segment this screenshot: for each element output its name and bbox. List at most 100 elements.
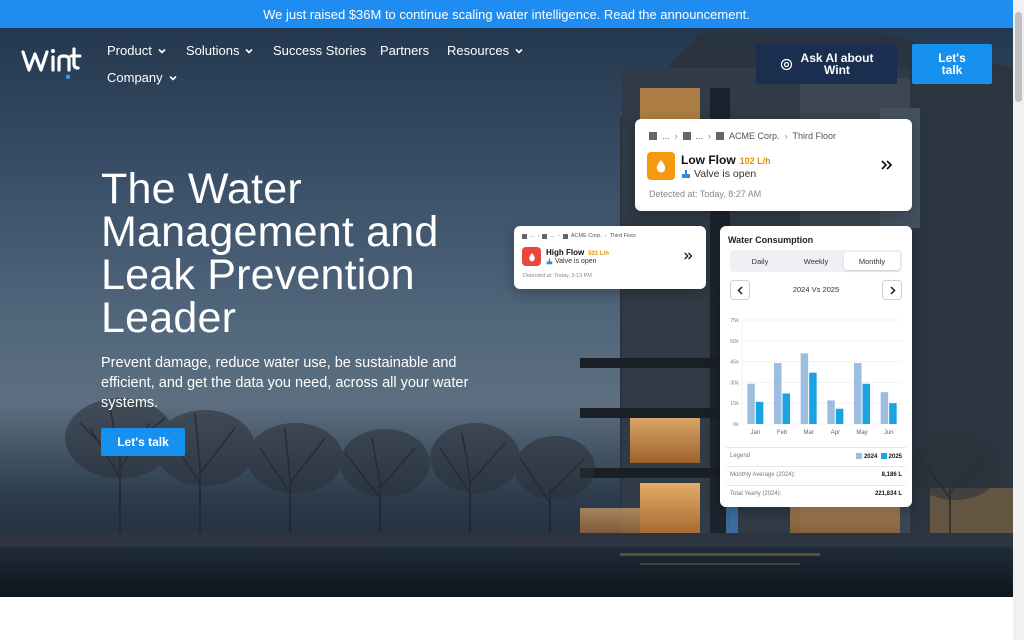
detected-time: Detected at: Today, 8:27 AM	[649, 189, 762, 199]
lets-talk-header-label: Let's talk	[938, 52, 966, 76]
nav-product[interactable]: Product	[107, 43, 167, 58]
legend-2025: 2025	[888, 454, 902, 460]
breadcrumb-separator: ›	[604, 233, 607, 239]
y-tick-label: 75k	[730, 318, 739, 324]
alert-title: High Flow 531 L/h	[546, 248, 609, 257]
nav-solutions-label: Solutions	[186, 43, 240, 58]
total-yearly-row: Total Yearly (2024): 221,834 L	[730, 491, 902, 497]
legend-2024: 2024	[863, 454, 878, 460]
breadcrumb: ... › ... › ACME Corp. › Third Floor	[649, 131, 836, 141]
scrollbar-thumb[interactable]	[1015, 12, 1022, 102]
tab-monthly[interactable]: Monthly	[844, 252, 900, 270]
hero-section: wint Product Solutions Success Stories P…	[0, 28, 1013, 597]
office-icon	[562, 233, 568, 239]
lets-talk-cta-button[interactable]: Let's talk	[101, 428, 185, 456]
bar-2024-Mar	[800, 353, 809, 424]
legend-swatch-2024	[855, 453, 862, 459]
bar-2025-May	[862, 383, 870, 424]
wint-logo[interactable]: wint	[20, 46, 84, 87]
open-alert-button[interactable]	[678, 246, 698, 266]
bar-2024-Apr	[827, 400, 835, 424]
bar-2024-May	[854, 362, 862, 424]
building-icon	[649, 132, 657, 140]
previous-period-button[interactable]	[730, 280, 750, 300]
valve-status-text: Valve is open	[555, 258, 597, 265]
announcement-bar[interactable]: We just raised $36M to continue scaling …	[0, 0, 1013, 28]
valve-icon	[546, 258, 553, 265]
breadcrumb-item: ACME Corp.	[570, 233, 602, 239]
x-tick-label: May	[856, 430, 867, 436]
x-tick-label: Feb	[777, 430, 788, 436]
legend-row: Legend 2024 2025	[730, 453, 902, 460]
bar-2025-Mar	[809, 372, 817, 424]
breadcrumb-separator: ›	[537, 233, 540, 239]
water-drop-icon	[647, 152, 675, 180]
breadcrumb-separator: ›	[674, 131, 678, 141]
breadcrumb-item: ACME Corp.	[729, 131, 780, 141]
building-icon	[542, 233, 548, 239]
bar-2025-Apr	[835, 408, 844, 424]
x-tick-label: Jan	[750, 430, 760, 436]
double-chevron-right-icon	[881, 160, 893, 170]
hero-subtitle: Prevent damage, reduce water use, be sus…	[101, 355, 469, 411]
bar-2025-Feb	[782, 393, 790, 424]
tab-daily[interactable]: Daily	[732, 252, 788, 270]
alert-title-text: Low Flow	[681, 153, 736, 167]
breadcrumb-separator: ›	[784, 131, 788, 141]
bar-2024-Jan	[747, 383, 755, 424]
breadcrumb-separator: ›	[558, 233, 560, 239]
low-flow-alert-card[interactable]: ... › ... › ACME Corp. › Third Floor Low…	[635, 119, 912, 211]
building-icon	[682, 132, 691, 140]
y-tick-label: 45k	[730, 360, 739, 366]
high-flow-alert-card[interactable]: ... › ... › ACME Corp. › Third Floor Hig…	[514, 226, 706, 289]
tab-weekly[interactable]: Weekly	[788, 252, 844, 270]
breadcrumb-separator: ›	[708, 131, 712, 141]
nav-partners[interactable]: Partners	[380, 43, 429, 58]
bar-2025-Jun	[889, 403, 897, 424]
nav-success-stories-label: Success Stories	[273, 43, 367, 58]
chevron-down-icon	[245, 48, 254, 54]
breadcrumb-item: ...	[530, 233, 535, 239]
period-label: 2024 Vs 2025	[792, 285, 840, 294]
bar-2024-Jun	[880, 392, 889, 424]
water-consumption-card: Water Consumption Daily Weekly Monthly 2…	[720, 226, 912, 507]
chevron-left-icon	[736, 285, 743, 295]
total-yearly-value: 221,834 L	[874, 491, 902, 497]
hero-title: The Water Management and Leak Prevention…	[101, 165, 439, 342]
nav-success-stories[interactable]: Success Stories	[273, 43, 366, 58]
nav-partners-label: Partners	[380, 43, 430, 58]
legend-label: Legend	[730, 453, 751, 459]
double-chevron-right-icon	[683, 252, 692, 260]
alert-title: Low Flow 102 L/h	[681, 153, 771, 167]
alert-title-text: High Flow	[546, 248, 585, 257]
next-period-button[interactable]	[882, 280, 902, 300]
period-tabs: Daily Weekly Monthly	[730, 250, 902, 272]
nav-resources[interactable]: Resources	[447, 43, 524, 58]
nav-solutions[interactable]: Solutions	[186, 43, 254, 58]
nav-product-label: Product	[107, 43, 152, 58]
x-tick-label: Mar	[803, 430, 813, 436]
y-tick-label: 0k	[733, 422, 739, 428]
monthly-average-row: Monthly Average (2024): 8,186 L	[730, 472, 902, 478]
flow-rate: 102 L/h	[739, 156, 771, 166]
chevron-down-icon	[158, 48, 166, 54]
flow-rate: 531 L/h	[588, 251, 609, 257]
breadcrumb-item: Third Floor	[609, 233, 637, 239]
chevron-down-icon	[169, 75, 177, 81]
nav-resources-label: Resources	[447, 43, 510, 58]
nav-company[interactable]: Company	[107, 70, 178, 85]
bar-2024-Feb	[774, 362, 782, 424]
ask-ai-button[interactable]: Ask AI about Wint	[756, 44, 897, 84]
monthly-average-value: 8,186 L	[881, 472, 902, 478]
page-scrollbar[interactable]	[1013, 0, 1024, 640]
building-icon	[522, 233, 527, 239]
x-tick-label: Jun	[884, 430, 894, 436]
consumption-title: Water Consumption	[728, 235, 814, 245]
consumption-bar-chart: 0k 15k 30k 45k 60k 75k Jan Feb Mar Apr May Jun	[730, 318, 902, 436]
legend-swatch-2025	[880, 453, 887, 459]
lets-talk-header-button[interactable]: Let's talk	[912, 44, 992, 84]
breadcrumb-item: ...	[662, 131, 670, 141]
open-alert-button[interactable]	[873, 151, 901, 179]
talk-line2: talk	[941, 63, 963, 77]
x-tick-label: Apr	[831, 430, 840, 436]
